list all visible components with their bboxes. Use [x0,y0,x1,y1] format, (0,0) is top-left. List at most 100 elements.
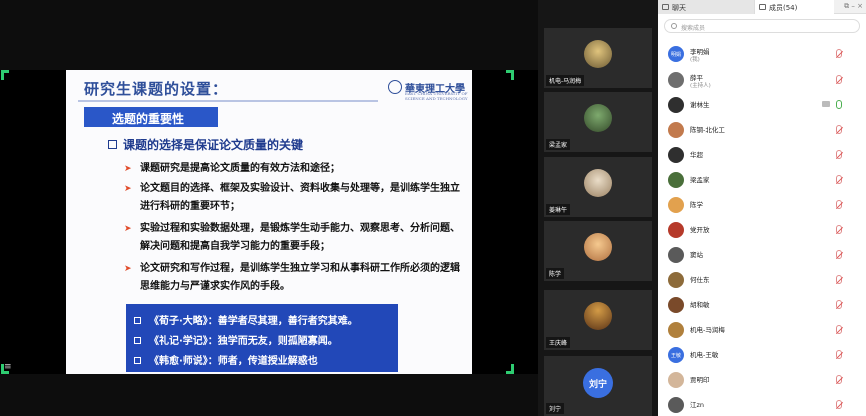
member-search-input[interactable]: 搜索成员 [664,19,860,33]
member-item[interactable]: 明娟 李明娟 (我) [658,45,866,63]
slide-bullet: ➤ 实验过程和实验数据处理，是锻炼学生动手能力、观察思考、分析问题、解决问题和提… [124,220,464,256]
mic-muted-icon[interactable] [836,350,842,359]
mic-muted-icon[interactable] [836,400,842,409]
tab-label: 聊天 [672,4,686,12]
member-name: 机电-王敏 [690,351,719,359]
checkbox-square-icon [134,317,141,324]
member-item[interactable]: 江zn [658,396,866,414]
member-item[interactable]: 谢林生 [658,96,866,114]
member-item[interactable]: 何仕东 [658,271,866,289]
mic-muted-icon[interactable] [836,275,842,284]
popout-icon[interactable]: ⧉ [844,2,849,10]
logo-subtext: EAST CHINA UNIVERSITY OF SCIENCE AND TEC… [405,91,468,101]
video-tile[interactable]: 陈学 [544,221,652,281]
arrow-bullet-icon: ➤ [124,164,132,174]
member-name: 梁孟家 [690,176,710,184]
member-item[interactable]: 王敏 机电-王敏 [658,346,866,364]
video-tile[interactable]: 刘宁 刘宁 [544,356,652,416]
avatar [584,169,612,197]
video-tile[interactable]: 机电-马润梅 [544,28,652,88]
bullet-text: 论文题目的选择、框架及实验设计、资料收集与处理等，是训练学生独立进行科研的重要环… [140,183,460,212]
avatar [668,297,684,313]
mic-muted-icon[interactable] [836,175,842,184]
shared-slide: 研究生课题的设置： 華東理工大學 EAST CHINA UNIVERSITY O… [66,70,472,374]
avatar [668,222,684,238]
mic-muted-icon[interactable] [836,49,842,58]
member-name: 胡和敏 [690,301,710,309]
avatar: 王敏 [668,347,684,363]
member-name: 贾明印 [690,376,710,384]
search-icon [671,23,677,29]
member-item[interactable]: 梁孟家 [658,171,866,189]
slide-subheading: 选题的重要性 [84,107,218,127]
video-tile[interactable]: 姜琳午 [544,157,652,217]
avatar [668,97,684,113]
share-border-corner [506,364,514,374]
mic-muted-icon[interactable] [836,325,842,334]
member-item[interactable]: 陈钢-北化工 [658,121,866,139]
bullet-text: 课题研究是提高论文质量的有效方法和途径； [140,163,340,174]
member-name: 党开放 [690,226,710,234]
bullet-text: 论文研究和写作过程，是训练学生独立学习和从事科研工作所必须的逻辑思维能力与严谨求… [140,263,460,292]
checkbox-square-icon [134,337,141,344]
video-tiles-column: 机电-马润梅 梁孟家 姜琳午 陈学 王庆峰 刘宁 刘宁 [538,0,658,416]
chat-icon [662,4,669,10]
quote-text: 《韩愈·师说》：师者，传道授业解惑也 [149,356,318,367]
quote-line: 《韩愈·师说》：师者，传道授业解惑也 [134,352,318,367]
share-border-corner [506,70,514,80]
member-item[interactable]: 党开放 [658,221,866,239]
avatar [668,172,684,188]
mic-muted-icon[interactable] [836,200,842,209]
video-tile[interactable]: 梁孟家 [544,92,652,152]
avatar [668,147,684,163]
member-name: 陈学 [690,201,703,209]
avatar [668,372,684,388]
avatar [668,322,684,338]
video-tile[interactable]: 王庆峰 [544,290,652,350]
avatar [584,233,612,261]
slide-bullet: ➤ 课题研究是提高论文质量的有效方法和途径； [124,160,464,178]
mic-muted-icon[interactable] [836,375,842,384]
checkbox-square-icon [108,140,117,149]
tab-members[interactable]: 成员(54) [754,0,834,14]
search-placeholder: 搜索成员 [681,25,706,32]
member-item[interactable]: 薛平 (主持人) [658,71,866,89]
tile-name: 机电-马润梅 [546,75,585,86]
member-item[interactable]: 胡和敏 [658,296,866,314]
tab-chat[interactable]: 聊天 [658,0,754,14]
tile-name: 陈学 [546,268,565,279]
key-point-text: 课题的选择是保证论文质量的关键 [123,138,304,152]
tile-name: 王庆峰 [546,337,571,348]
member-item[interactable]: 陈学 [658,196,866,214]
mic-muted-icon[interactable] [836,150,842,159]
mic-muted-icon[interactable] [836,250,842,259]
mic-muted-icon[interactable] [836,300,842,309]
member-role: (主持人) [690,83,711,89]
member-name: 华超 [690,151,703,159]
mic-muted-icon[interactable] [836,225,842,234]
member-item[interactable]: 窦站 [658,246,866,264]
member-name: 江zn [690,401,705,409]
mic-muted-icon[interactable] [836,75,842,84]
member-item[interactable]: 贾明印 [658,371,866,389]
avatar [584,104,612,132]
menu-icon[interactable]: ≡ [4,362,12,372]
close-icon[interactable]: × [857,2,863,10]
mic-on-icon[interactable] [836,100,842,109]
avatar [668,247,684,263]
member-item[interactable]: 华超 [658,146,866,164]
member-item[interactable]: 机电-马润梅 [658,321,866,339]
minimize-icon[interactable]: – [851,2,855,10]
university-logo: 華東理工大學 EAST CHINA UNIVERSITY OF SCIENCE … [388,76,468,101]
quote-box: 《荀子·大略》：善学者尽其理，善行者究其难。 《礼记·学记》：独学而无友，则孤陋… [126,304,398,372]
tile-name: 梁孟家 [546,139,571,150]
quote-line: 《礼记·学记》：独学而无友，则孤陋寡闻。 [134,332,338,347]
checkbox-square-icon [134,357,141,364]
panel-window-controls: ⧉ – × [844,2,863,11]
avatar [668,397,684,413]
main-video-area: 研究生课题的设置： 華東理工大學 EAST CHINA UNIVERSITY O… [0,0,538,416]
share-border-corner [1,70,9,80]
mic-muted-icon[interactable] [836,125,842,134]
members-icon [759,4,766,10]
avatar: 明娟 [668,46,684,62]
